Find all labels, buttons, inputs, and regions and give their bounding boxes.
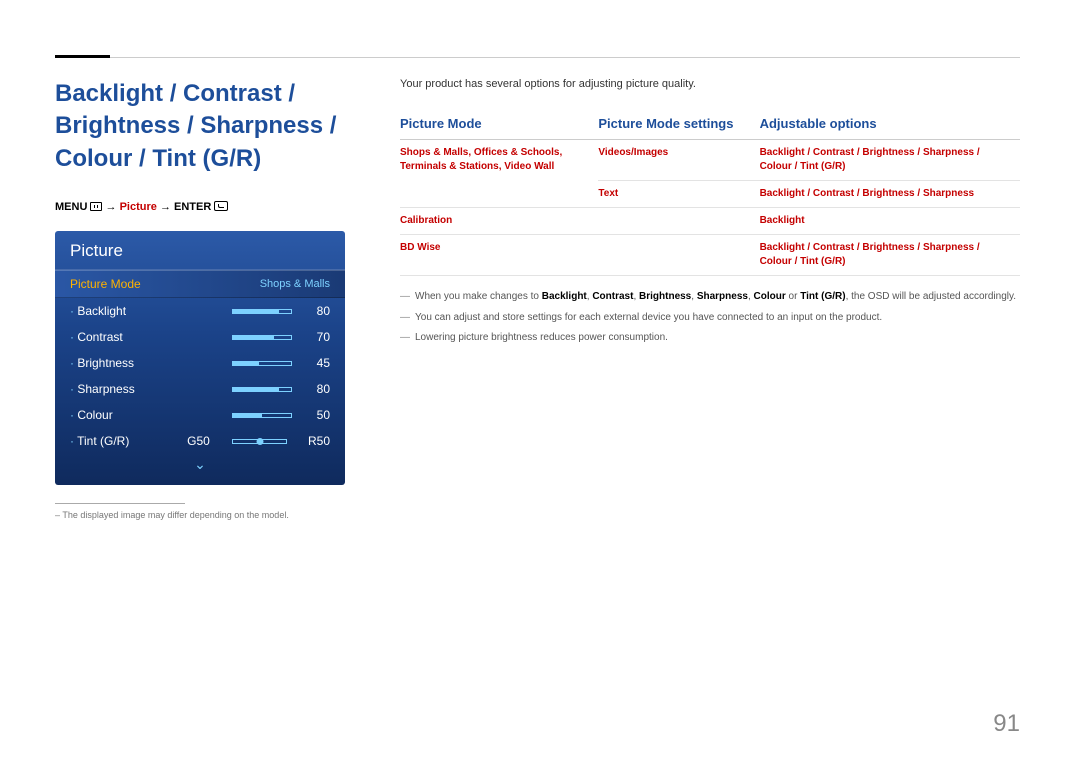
osd-title: Picture: [55, 231, 345, 270]
table-row: Shops & Malls, Offices & Schools, Termin…: [400, 140, 1020, 181]
col-settings: Picture Mode settings: [598, 110, 759, 140]
osd-sharpness-row[interactable]: Sharpness 80: [55, 376, 345, 402]
osd-picture-mode-value: Shops & Malls: [260, 278, 330, 290]
osd-tint-row[interactable]: Tint (G/R) G50 R50: [55, 428, 345, 454]
slider-track[interactable]: [232, 387, 292, 392]
page-title: Backlight / Contrast / Brightness / Shar…: [55, 78, 345, 175]
osd-panel: Picture Picture Mode Shops & Malls Backl…: [55, 231, 345, 485]
slider-track[interactable]: [232, 309, 292, 314]
menu-icon: [90, 202, 102, 211]
note-3: Lowering picture brightness reduces powe…: [400, 331, 1020, 346]
enter-label: ENTER: [174, 201, 211, 213]
note-1: When you make changes to Backlight, Cont…: [400, 290, 1020, 305]
table-row: BD Wise Backlight / Contrast / Brightnes…: [400, 235, 1020, 276]
osd-scroll-down[interactable]: ⌄: [55, 454, 345, 475]
enter-icon: [214, 201, 228, 211]
menu-breadcrumb: MENU → Picture → ENTER: [55, 200, 345, 213]
menu-picture: Picture: [120, 201, 157, 213]
note-2: You can adjust and store settings for ea…: [400, 311, 1020, 326]
slider-track[interactable]: [232, 335, 292, 340]
col-adj: Adjustable options: [760, 110, 1020, 140]
footnote-text: The displayed image may differ depending…: [55, 510, 345, 520]
menu-label: MENU: [55, 201, 87, 213]
header-rule: [55, 55, 1020, 58]
osd-backlight-row[interactable]: Backlight 80: [55, 298, 345, 324]
table-row: Calibration Backlight: [400, 208, 1020, 235]
osd-colour-row[interactable]: Colour 50: [55, 402, 345, 428]
slider-track[interactable]: [232, 413, 292, 418]
osd-brightness-row[interactable]: Brightness 45: [55, 350, 345, 376]
footnote-separator: [55, 503, 185, 504]
col-mode: Picture Mode: [400, 110, 598, 140]
osd-picture-mode-label: Picture Mode: [70, 277, 141, 291]
intro-text: Your product has several options for adj…: [400, 78, 1020, 90]
osd-picture-mode-row[interactable]: Picture Mode Shops & Malls: [55, 270, 345, 298]
page-number: 91: [993, 710, 1020, 738]
notes-block: When you make changes to Backlight, Cont…: [400, 290, 1020, 346]
picture-mode-table: Picture Mode Picture Mode settings Adjus…: [400, 110, 1020, 276]
osd-contrast-row[interactable]: Contrast 70: [55, 324, 345, 350]
tint-slider[interactable]: [232, 439, 287, 444]
slider-track[interactable]: [232, 361, 292, 366]
